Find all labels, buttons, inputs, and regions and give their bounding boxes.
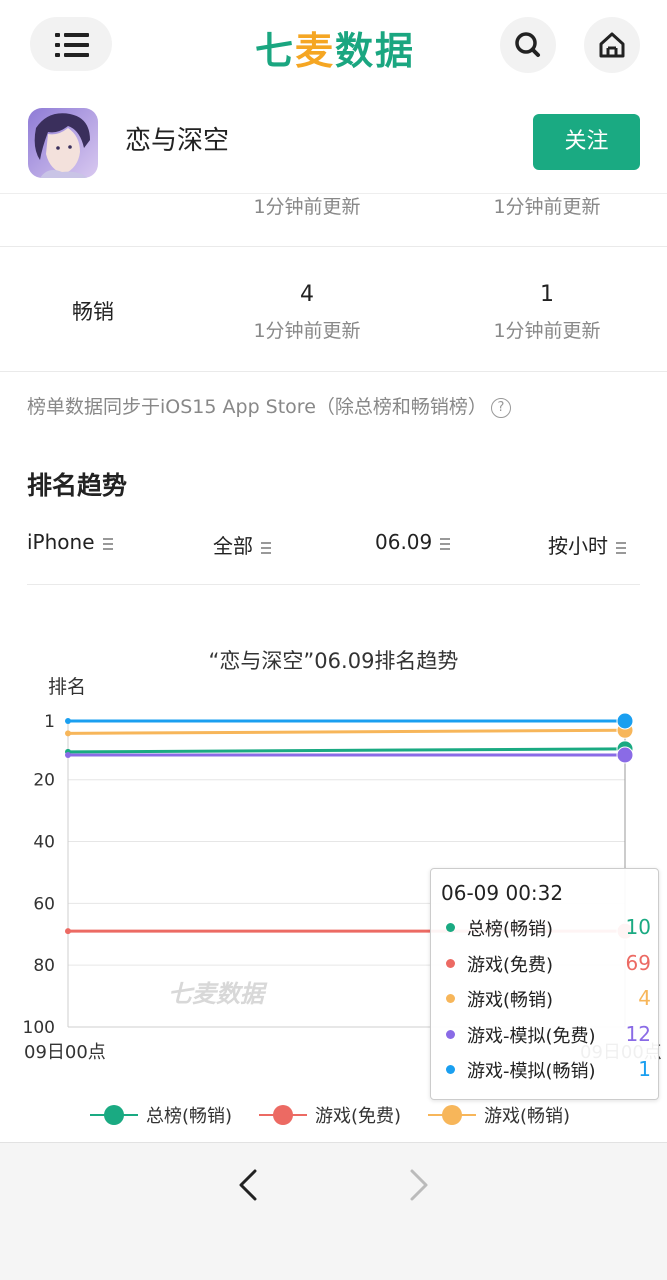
y-tick-label: 100 [23, 1018, 55, 1038]
tooltip-series-name: 游戏(免费) [467, 954, 554, 976]
series-dot [446, 923, 455, 932]
divider [0, 246, 667, 247]
help-icon[interactable]: ? [490, 398, 511, 418]
tooltip-row: 游戏-模拟(畅销) 1 [441, 1055, 651, 1085]
tooltip-series-value: 12 [625, 1021, 651, 1046]
data-sync-note: 榜单数据同步于iOS15 App Store（除总榜和畅销榜）? [27, 392, 511, 419]
tooltip-time: 06-09 00:32 [441, 881, 564, 905]
tooltip-row: 总榜(畅销) 10 [441, 913, 651, 943]
tooltip-series-value: 4 [638, 986, 651, 1010]
rank-updated-text: 1分钟前更新 [493, 320, 601, 342]
rank-updated-text: 1分钟前更新 [493, 196, 601, 218]
search-button[interactable] [500, 17, 556, 73]
follow-button[interactable]: 关注 [533, 114, 640, 170]
y-tick-label: 1 [44, 712, 55, 732]
filter-icon [102, 538, 113, 550]
filter-date[interactable]: 06.09 [375, 530, 451, 554]
divider [27, 584, 640, 585]
filter-icon [261, 542, 271, 554]
rank-updated-text: 1分钟前更新 [253, 196, 361, 218]
series-line [67, 747, 626, 754]
series-point [65, 730, 71, 737]
legend-marker [442, 1105, 462, 1125]
y-tick-label: 20 [33, 771, 55, 791]
series-dot [446, 994, 455, 1003]
chart-tooltip: 06-09 00:32 总榜(畅销) 10 游戏(免费) 69 游戏(畅销) 4 游戏-模拟… [430, 868, 659, 1100]
y-tick-label: 80 [33, 956, 55, 976]
y-tick-label: 40 [33, 833, 55, 853]
y-axis-label: 排名 [48, 676, 86, 698]
legend-marker [104, 1105, 124, 1125]
filter-icon [440, 538, 451, 550]
app-name: 恋与深空 [125, 126, 230, 156]
chevron-left-icon[interactable] [233, 1165, 263, 1205]
app-header: 恋与深空 关注 [0, 92, 667, 194]
tooltip-series-name: 游戏-模拟(免费) [467, 1025, 596, 1047]
filter-granularity[interactable]: 按小时 [548, 530, 626, 559]
filter-device[interactable]: iPhone [27, 530, 113, 554]
tooltip-series-value: 1 [638, 1057, 651, 1081]
y-tick-label: 60 [33, 894, 55, 914]
menu-button[interactable] [30, 17, 112, 71]
series-point [65, 752, 71, 758]
app-icon[interactable] [28, 108, 98, 178]
rank-value: 4 [300, 282, 314, 307]
tooltip-series-value: 69 [625, 950, 651, 975]
x-tick-label: 09日00点 [24, 1042, 106, 1063]
series-point-highlight [616, 746, 634, 764]
chart-legend: 总榜(畅销) 游戏(免费) 游戏(畅销) [0, 1100, 667, 1130]
rank-value: 1 [540, 282, 554, 307]
legend-label: 游戏(畅销) [484, 1106, 571, 1127]
series-dot [446, 958, 455, 968]
series-point [65, 928, 71, 935]
section-title: 排名趋势 [27, 471, 128, 500]
list-icon [55, 33, 89, 57]
top-bar: 七麦数据 [0, 0, 667, 92]
series-dot [446, 1065, 455, 1074]
home-icon [599, 32, 625, 58]
filter-icon [616, 542, 626, 554]
tooltip-row: 游戏(免费) 69 [441, 949, 651, 979]
browser-nav-bar [0, 1142, 667, 1280]
home-button[interactable] [584, 17, 640, 73]
legend-label: 游戏(免费) [315, 1106, 402, 1127]
tooltip-row: 游戏(畅销) 4 [441, 984, 651, 1014]
legend-marker [273, 1105, 293, 1125]
tooltip-series-name: 游戏(畅销) [467, 990, 554, 1011]
tooltip-series-name: 游戏-模拟(畅销) [467, 1061, 596, 1082]
series-line [67, 728, 626, 735]
chevron-right-icon[interactable] [404, 1165, 434, 1205]
chart-watermark: 七麦数据 [168, 980, 268, 1008]
series-dot [446, 1029, 455, 1039]
legend-label: 总榜(畅销) [146, 1106, 233, 1127]
series-point-highlight [616, 712, 634, 730]
search-icon [515, 32, 540, 57]
rank-row-label: 畅销 [72, 300, 114, 324]
brand-logo[interactable]: 七麦数据 [255, 20, 415, 75]
series-point [65, 718, 71, 724]
tooltip-series-value: 10 [625, 915, 651, 939]
rank-updated-text: 1分钟前更新 [253, 320, 361, 342]
divider [0, 371, 667, 372]
tooltip-series-name: 总榜(畅销) [467, 919, 554, 940]
tooltip-row: 游戏-模拟(免费) 12 [441, 1020, 651, 1050]
filter-category[interactable]: 全部 [213, 530, 271, 559]
